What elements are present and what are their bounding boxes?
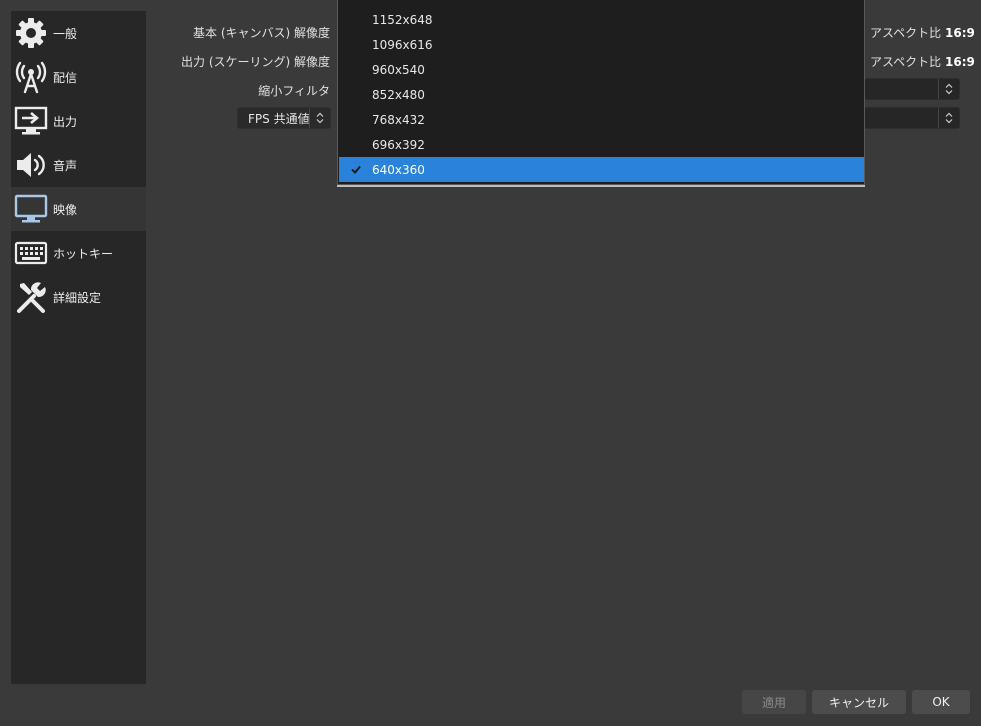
fps-type-select[interactable]: FPS 共通値 — [237, 107, 331, 129]
updown-arrows-icon — [938, 108, 959, 128]
sidebar-item-hotkeys[interactable]: ホットキー — [11, 231, 146, 275]
aspect-prefix: アスペクト比 — [870, 55, 942, 69]
fps-value-select[interactable] — [864, 107, 960, 129]
sidebar-item-stream[interactable]: 配信 — [11, 55, 146, 99]
option-label: 852x480 — [372, 87, 425, 102]
base-resolution-label: 基本 (キャンバス) 解像度 — [193, 26, 330, 40]
aspect-prefix: アスペクト比 — [870, 26, 942, 40]
sidebar-item-label: 出力 — [53, 114, 78, 129]
dropdown-option[interactable]: 960x540 — [339, 57, 864, 82]
output-resolution-dropdown: 1152x648 1096x616 960x540 852x480 768x43… — [337, 0, 865, 185]
sidebar-item-label: 音声 — [53, 158, 78, 173]
settings-sidebar: 一般 配信 出力 音声 映像 ホットキー 詳細設定 — [11, 11, 146, 684]
downscale-filter-label: 縮小フィルタ — [258, 84, 330, 98]
sidebar-item-general[interactable]: 一般 — [11, 11, 146, 55]
gear-icon — [11, 11, 51, 55]
sidebar-item-label: ホットキー — [53, 246, 114, 261]
dropdown-option-selected[interactable]: 640x360 — [339, 157, 864, 182]
checkmark-icon — [339, 165, 372, 174]
dropdown-option[interactable]: 1152x648 — [339, 7, 864, 32]
ok-button[interactable]: OK — [912, 690, 970, 714]
downscale-filter-select[interactable] — [864, 78, 960, 100]
option-label: 1096x616 — [372, 37, 433, 52]
output-resolution-label: 出力 (スケーリング) 解像度 — [181, 55, 330, 69]
updown-arrows-icon — [938, 79, 959, 99]
output-aspect-ratio: アスペクト比 16:9 — [870, 53, 975, 70]
option-label: 960x540 — [372, 62, 425, 77]
dropdown-option[interactable]: 696x392 — [339, 132, 864, 157]
option-label: 696x392 — [372, 137, 425, 152]
aspect-value: 16:9 — [945, 55, 975, 69]
sidebar-item-label: 配信 — [53, 70, 78, 85]
aspect-value: 16:9 — [945, 26, 975, 40]
cancel-button[interactable]: キャンセル — [812, 690, 906, 714]
updown-arrows-icon — [309, 108, 330, 128]
sidebar-item-advanced[interactable]: 詳細設定 — [11, 275, 146, 319]
tools-icon — [11, 275, 51, 319]
base-aspect-ratio: アスペクト比 16:9 — [870, 24, 975, 41]
sidebar-item-label: 詳細設定 — [53, 290, 102, 305]
option-label: 640x360 — [372, 162, 425, 177]
dropdown-option[interactable]: 1096x616 — [339, 32, 864, 57]
option-label: 1152x648 — [372, 12, 433, 27]
monitor-icon — [11, 187, 51, 231]
speaker-icon — [11, 143, 51, 187]
sidebar-item-output[interactable]: 出力 — [11, 99, 146, 143]
output-icon — [11, 99, 51, 143]
sidebar-item-audio[interactable]: 音声 — [11, 143, 146, 187]
keyboard-icon — [11, 231, 51, 275]
broadcast-icon — [11, 55, 51, 99]
option-label: 768x432 — [372, 112, 425, 127]
fps-type-value: FPS 共通値 — [248, 111, 310, 126]
dropdown-option[interactable]: 768x432 — [339, 107, 864, 132]
sidebar-item-video[interactable]: 映像 — [11, 187, 146, 231]
sidebar-item-label: 一般 — [53, 26, 78, 41]
dropdown-option[interactable]: 852x480 — [339, 82, 864, 107]
sidebar-item-label: 映像 — [53, 202, 78, 217]
apply-button[interactable]: 適用 — [742, 690, 806, 714]
